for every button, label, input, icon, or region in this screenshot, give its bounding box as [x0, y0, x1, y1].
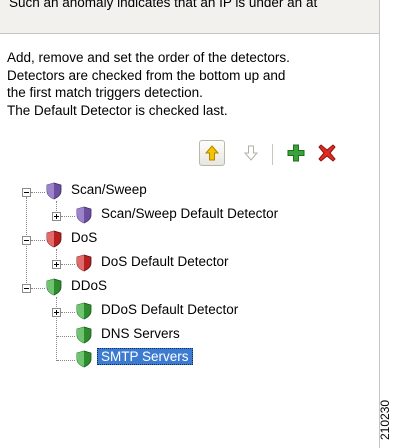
figure-id: 210230 [378, 399, 392, 440]
smtp-servers-shield-icon [76, 350, 92, 368]
tree-item-dos[interactable]: DoS [71, 230, 97, 245]
tree-item-dos-default-detector[interactable]: DoS Default Detector [101, 254, 229, 269]
dos-detector-shield-icon [76, 254, 92, 272]
move-up-button[interactable] [199, 140, 225, 166]
divider [0, 33, 379, 34]
add-detector-button[interactable] [283, 140, 309, 166]
ddos-detector-shield-icon [76, 302, 92, 320]
tree-connector [31, 288, 45, 289]
add-icon [287, 144, 305, 162]
collapse-toggle[interactable] [22, 284, 31, 293]
dns-servers-shield-icon [76, 326, 92, 344]
expand-toggle[interactable] [52, 308, 61, 317]
tree-connector [31, 240, 45, 241]
tree-item-smtp-servers[interactable]: SMTP Servers [97, 348, 193, 365]
tree-item-dns-servers[interactable]: DNS Servers [101, 326, 180, 341]
collapse-toggle[interactable] [22, 236, 31, 245]
detector-instructions: Add, remove and set the order of the det… [7, 49, 379, 119]
instruction-line: the first match triggers detection. [7, 85, 203, 100]
tree-item-scan-sweep-default-detector[interactable]: Scan/Sweep Default Detector [101, 206, 278, 221]
scan-sweep-detector-shield-icon [76, 206, 92, 224]
tree-item-ddos-default-detector[interactable]: DDoS Default Detector [101, 302, 238, 317]
tree-connector [57, 336, 75, 337]
move-down-button[interactable] [238, 140, 264, 166]
tree-item-scan-sweep[interactable]: Scan/Sweep [71, 182, 147, 197]
tree-connector [31, 192, 45, 193]
move-down-icon [243, 145, 259, 161]
detector-tree[interactable]: Scan/Sweep Scan/Sweep Default Detector D… [0, 176, 379, 426]
description-fragment-text: Such an anomaly indicates that an IP is … [9, 0, 318, 10]
remove-icon [318, 144, 336, 162]
instruction-line: Detectors are checked from the bottom up… [7, 67, 286, 83]
expand-toggle[interactable] [52, 212, 61, 221]
instruction-line: The Default Detector is checked last. [7, 102, 228, 118]
tree-connector [61, 216, 75, 217]
move-up-icon [204, 145, 220, 161]
tree-item-ddos[interactable]: DDoS [71, 278, 107, 293]
expand-toggle[interactable] [52, 260, 61, 269]
dos-shield-icon [46, 230, 62, 248]
instruction-line: Add, remove and set the order of the det… [7, 50, 290, 65]
collapse-toggle[interactable] [22, 188, 31, 197]
tree-connector [61, 264, 75, 265]
tree-connector [57, 360, 75, 361]
tree-connector [56, 297, 57, 361]
scan-sweep-shield-icon [46, 182, 62, 200]
tree-connector [61, 312, 75, 313]
remove-detector-button[interactable] [314, 140, 340, 166]
previous-description-fragment: Such an anomaly indicates that an IP is … [0, 0, 379, 33]
toolbar-separator [272, 144, 273, 165]
ddos-shield-icon [46, 278, 62, 296]
